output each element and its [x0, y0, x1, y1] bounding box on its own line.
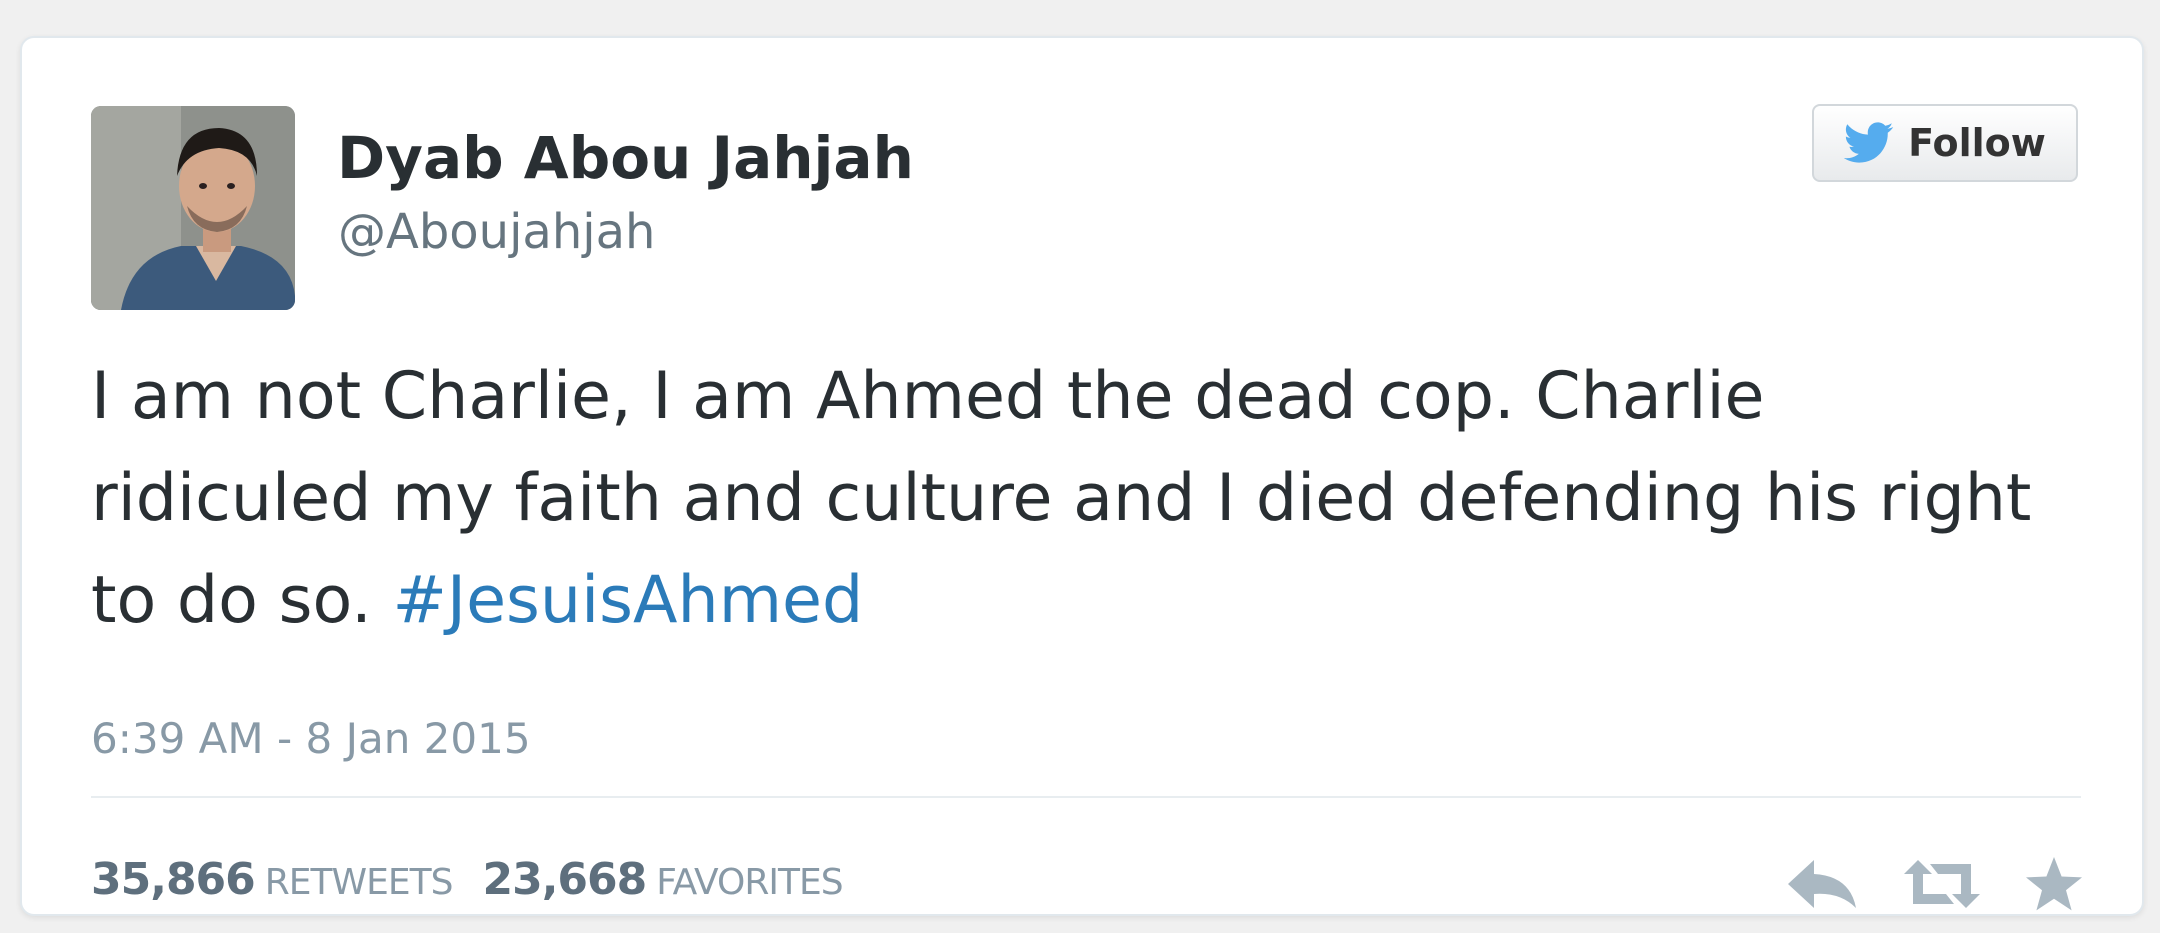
avatar-photo	[91, 106, 295, 310]
tweet-body: I am not Charlie, I am Ahmed the dead co…	[91, 359, 2032, 638]
tweet-actions	[1784, 852, 2084, 916]
tweet-card: Dyab Abou Jahjah @Aboujahjah Follow I am…	[20, 36, 2144, 916]
tweet-timestamp[interactable]: 6:39 AM - 8 Jan 2015	[91, 714, 531, 763]
tweet-stats: 35,866 RETWEETS 23,668 FAVORITES	[91, 854, 844, 905]
favorites-label[interactable]: FAVORITES	[656, 862, 843, 903]
retweets-label[interactable]: RETWEETS	[265, 862, 454, 903]
retweets-count[interactable]: 35,866	[91, 854, 256, 905]
avatar[interactable]	[91, 106, 295, 310]
star-icon[interactable]	[2024, 855, 2084, 913]
follow-label: Follow	[1908, 121, 2046, 165]
user-handle[interactable]: @Aboujahjah	[338, 204, 655, 260]
hashtag-link[interactable]: #JesuisAhmed	[392, 563, 863, 638]
twitter-bird-icon	[1844, 122, 1894, 163]
favorites-count[interactable]: 23,668	[482, 854, 647, 905]
tweet-text: I am not Charlie, I am Ahmed the dead co…	[91, 346, 2051, 652]
reply-icon[interactable]	[1784, 856, 1860, 912]
retweet-icon[interactable]	[1900, 856, 1984, 912]
follow-button[interactable]: Follow	[1812, 104, 2078, 182]
divider	[91, 796, 2081, 798]
user-name[interactable]: Dyab Abou Jahjah	[337, 124, 914, 192]
